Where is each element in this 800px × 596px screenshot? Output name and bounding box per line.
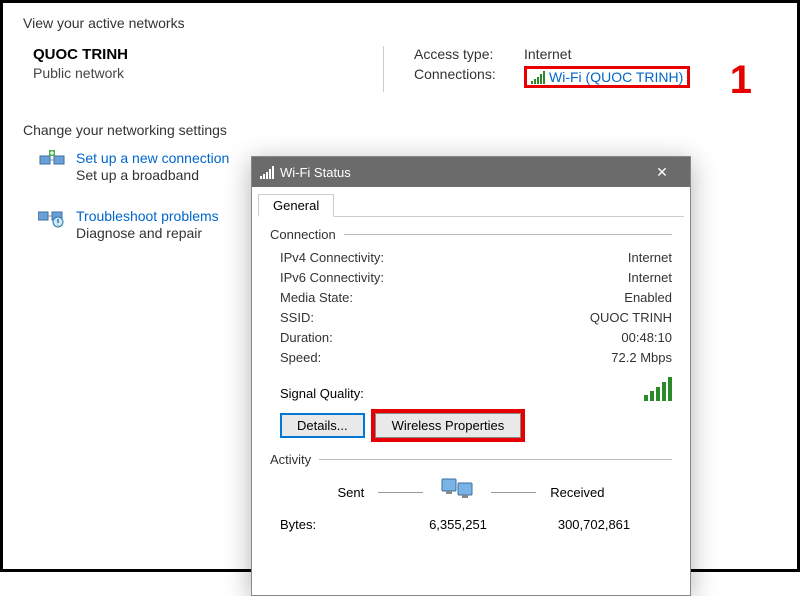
wireless-properties-button[interactable]: Wireless Properties: [375, 413, 522, 438]
settings-title: Change your networking settings: [23, 122, 777, 138]
dialog-title: Wi-Fi Status: [280, 165, 351, 180]
troubleshoot-desc: Diagnose and repair: [76, 225, 219, 241]
signal-quality-icon: [644, 377, 672, 401]
sent-label: Sent: [338, 485, 365, 500]
setup-connection-link[interactable]: Set up a new connection: [76, 150, 229, 166]
ssid-value: QUOC TRINH: [590, 310, 672, 325]
divider: [491, 492, 536, 493]
media-state-label: Media State:: [280, 290, 353, 305]
activity-monitor-icon: [437, 477, 477, 507]
wifi-signal-icon: [260, 165, 274, 179]
ipv6-label: IPv6 Connectivity:: [280, 270, 384, 285]
divider: [319, 459, 672, 460]
media-state-value: Enabled: [624, 290, 672, 305]
details-button[interactable]: Details...: [280, 413, 365, 438]
speed-value: 72.2 Mbps: [611, 350, 672, 365]
speed-label: Speed:: [280, 350, 321, 365]
setup-connection-desc: Set up a broadband: [76, 167, 229, 183]
duration-value: 00:48:10: [621, 330, 672, 345]
activity-group-label: Activity: [270, 452, 311, 467]
setup-connection-icon: [38, 150, 66, 170]
wifi-connection-link[interactable]: Wi-Fi (QUOC TRINH): [524, 66, 690, 88]
connection-link-text: Wi-Fi (QUOC TRINH): [549, 69, 683, 85]
received-label: Received: [550, 485, 604, 500]
divider: [378, 492, 423, 493]
bytes-label: Bytes:: [280, 517, 390, 532]
wifi-status-dialog: Wi-Fi Status ✕ General Connection IPv4 C…: [251, 156, 691, 596]
signal-quality-label: Signal Quality:: [280, 386, 364, 401]
ipv4-value: Internet: [628, 250, 672, 265]
ipv4-label: IPv4 Connectivity:: [280, 250, 384, 265]
access-type-label: Access type:: [414, 46, 524, 62]
wifi-signal-icon: [531, 70, 545, 84]
access-type-value: Internet: [524, 46, 571, 62]
ssid-label: SSID:: [280, 310, 314, 325]
dialog-titlebar[interactable]: Wi-Fi Status ✕: [252, 157, 690, 187]
divider: [344, 234, 672, 235]
troubleshoot-icon: [38, 208, 66, 228]
tab-general[interactable]: General: [258, 194, 334, 217]
connection-group-label: Connection: [270, 227, 336, 242]
troubleshoot-link[interactable]: Troubleshoot problems: [76, 208, 219, 224]
active-networks-title: View your active networks: [23, 15, 777, 31]
bytes-sent-value: 6,355,251: [390, 517, 526, 532]
ipv6-value: Internet: [628, 270, 672, 285]
network-type: Public network: [33, 65, 383, 81]
duration-label: Duration:: [280, 330, 333, 345]
bytes-received-value: 300,702,861: [526, 517, 662, 532]
connections-label: Connections:: [414, 66, 524, 88]
callout-1: 1: [730, 58, 752, 103]
close-button[interactable]: ✕: [642, 164, 682, 181]
network-name: QUOC TRINH: [33, 46, 383, 63]
